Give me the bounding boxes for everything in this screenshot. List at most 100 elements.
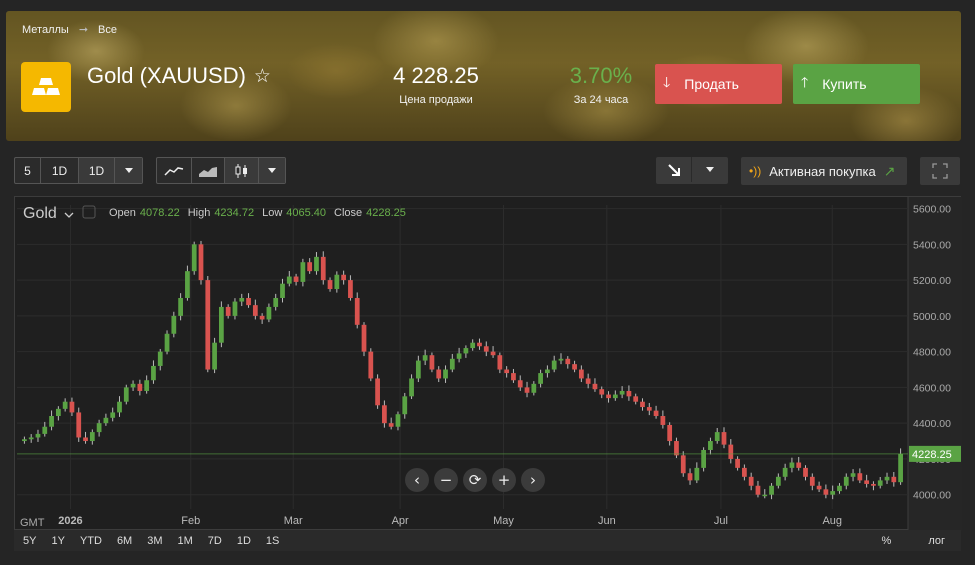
breadcrumb: Металлы ➞ Все <box>22 23 117 37</box>
candle-body <box>429 355 435 370</box>
range-1y[interactable]: 1Y <box>51 535 64 547</box>
range-1m[interactable]: 1M <box>178 535 193 547</box>
candle-body <box>266 306 272 320</box>
candle-body <box>612 394 618 399</box>
candle-body <box>205 280 211 370</box>
candle-body <box>796 462 802 468</box>
range-1s[interactable]: 1S <box>266 535 279 547</box>
candle-body <box>232 301 238 316</box>
candlestick-chart[interactable]: 5600.00 5400.00 5200.00 5000.00 4800.00 4600.… <box>15 197 962 531</box>
candle-body <box>497 355 503 370</box>
candle-body <box>830 491 836 495</box>
fullscreen-button[interactable] <box>920 157 960 185</box>
percent-scale-toggle[interactable]: % <box>882 535 892 547</box>
log-scale-toggle[interactable]: лог <box>928 535 945 547</box>
arrow-diagonal-icon[interactable] <box>656 157 692 182</box>
x-tick-label: Feb <box>181 515 200 527</box>
candle-body <box>585 378 591 384</box>
zoom-control-glyph: › <box>530 471 536 489</box>
candle-body <box>592 383 598 390</box>
breadcrumb-item-metals[interactable]: Металлы <box>22 24 69 36</box>
zoom-in-icon[interactable]: + <box>492 468 516 492</box>
candle-body <box>49 416 54 427</box>
candle-body <box>599 389 605 395</box>
active-buy-button[interactable]: •)) Активная покупка ↗ <box>741 157 907 185</box>
legend-close-label: Close <box>334 207 362 219</box>
candle-body <box>843 476 849 486</box>
range-ytd[interactable]: YTD <box>80 535 102 547</box>
drawing-tool-dropdown[interactable] <box>692 157 728 182</box>
candle-body <box>449 358 455 370</box>
candle-body <box>164 333 170 352</box>
line-chart-icon[interactable] <box>157 158 192 183</box>
reset-icon[interactable]: ⟳ <box>463 468 487 492</box>
settings-icon <box>82 205 96 219</box>
star-outline-icon[interactable]: ☆ <box>254 65 271 88</box>
arrow-up-icon: 🡑 <box>801 74 809 90</box>
area-chart-icon[interactable] <box>192 158 225 183</box>
x-tick-label: Jun <box>598 515 616 527</box>
zoom-out-icon[interactable]: − <box>434 468 458 492</box>
candle-body <box>742 467 747 477</box>
y-tick-label: 4800.00 <box>913 347 951 359</box>
candle-body <box>103 417 109 424</box>
chevron-down-icon <box>64 212 74 218</box>
candle-body <box>35 433 41 438</box>
candle-body <box>477 342 482 347</box>
candle-body <box>286 276 292 284</box>
interval-1d-selected[interactable]: 1D <box>79 158 115 183</box>
candle-body <box>436 369 442 379</box>
candle-body <box>823 489 829 495</box>
candle-body <box>891 476 897 483</box>
range-7d[interactable]: 7D <box>208 535 222 547</box>
candle-body <box>185 271 190 298</box>
interval-dropdown[interactable] <box>115 158 142 183</box>
instrument-name: Gold (XAUUSD) <box>87 63 246 88</box>
instrument-title: Gold (XAUUSD) ☆ <box>87 63 271 89</box>
candle-body <box>877 480 883 486</box>
daily-change-label: За 24 часа <box>573 94 629 106</box>
candle-body <box>816 485 822 490</box>
candle-body <box>171 315 177 334</box>
range-3m[interactable]: 3M <box>147 535 162 547</box>
breadcrumb-item-all[interactable]: Все <box>98 24 117 36</box>
sell-button[interactable]: 🡓 Продать <box>655 64 782 104</box>
candle-body <box>558 358 564 361</box>
candle-body <box>578 369 584 379</box>
candle-body <box>708 441 713 450</box>
candle-body <box>110 412 116 418</box>
buy-button[interactable]: 🡑 Купить <box>793 64 920 104</box>
chevron-left-icon[interactable]: ‹ <box>405 468 429 492</box>
zoom-control-glyph: ⟳ <box>469 471 482 489</box>
candle-body <box>293 276 299 282</box>
candle-body <box>246 297 251 306</box>
zoom-control-glyph: ‹ <box>414 471 420 489</box>
candle-body <box>606 394 611 399</box>
chart-type-selector <box>156 157 286 184</box>
candle-body <box>551 360 557 370</box>
candle-body <box>252 305 258 316</box>
sell-label: Продать <box>684 76 739 92</box>
range-6m[interactable]: 6M <box>117 535 132 547</box>
candle-body <box>714 432 720 442</box>
price-chart[interactable]: 5600.00 5400.00 5200.00 5000.00 4800.00 4600.… <box>14 196 962 531</box>
range-1d[interactable]: 1D <box>237 535 251 547</box>
candle-body <box>640 401 645 408</box>
chart-type-dropdown[interactable] <box>259 158 285 183</box>
candlestick-icon[interactable] <box>225 158 259 183</box>
app-root: Металлы ➞ Все Gold (XAUUSD) ☆ 4 228.25 Ц… <box>0 0 975 565</box>
candle-body <box>667 424 673 442</box>
candle-body <box>212 342 217 370</box>
interval-5[interactable]: 5 <box>15 158 41 183</box>
range-5y[interactable]: 5Y <box>23 535 36 547</box>
candle-body <box>538 373 543 384</box>
candle-body <box>402 396 408 415</box>
sell-price: 4 228.25 <box>393 63 479 88</box>
candle-body <box>775 476 781 486</box>
candle-body <box>483 346 489 352</box>
chevron-right-icon[interactable]: › <box>521 468 545 492</box>
candle-body <box>341 274 347 281</box>
candle-body <box>178 297 183 316</box>
candle-body <box>680 455 686 474</box>
interval-1d[interactable]: 1D <box>41 158 79 183</box>
